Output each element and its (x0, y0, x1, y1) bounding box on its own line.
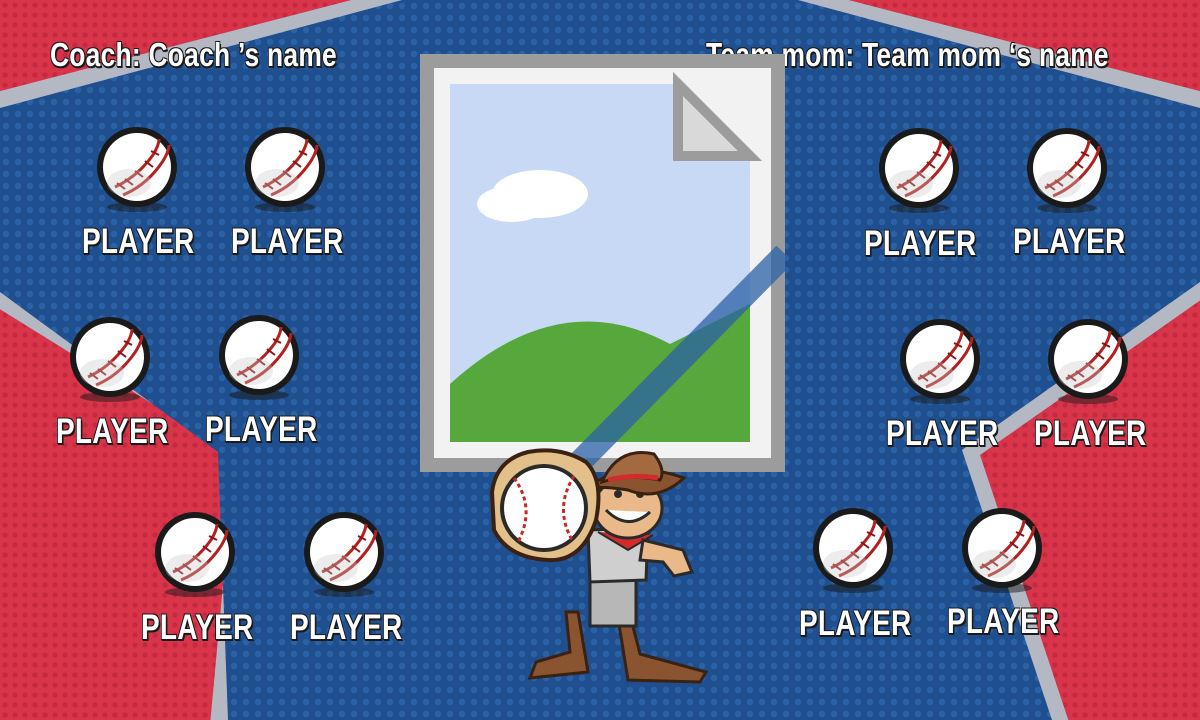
player-name: PLAYER (886, 414, 999, 453)
baseball-icon (68, 315, 152, 404)
player-name: PLAYER (82, 222, 195, 261)
baseball-icon (1025, 126, 1109, 215)
baseball-icon (1046, 317, 1130, 406)
player-name: PLAYER (141, 608, 254, 647)
player-name: PLAYER (205, 410, 318, 449)
player-name: PLAYER (947, 602, 1060, 641)
baseball-icon (217, 313, 301, 402)
baseball-icon (898, 317, 982, 406)
baseball-icon (960, 506, 1044, 595)
baseball-icon (877, 126, 961, 215)
player-name: PLAYER (799, 604, 912, 643)
cowboy-mascot-icon (489, 448, 708, 684)
image-placeholder-icon (420, 54, 785, 472)
team-banner: Coach: Coach ’s name Team mom: Team mom … (0, 0, 1200, 720)
player-name: PLAYER (1013, 222, 1126, 261)
player-name: PLAYER (56, 412, 169, 451)
player-name: PLAYER (864, 224, 977, 263)
baseball-icon (95, 125, 179, 214)
player-name: PLAYER (290, 608, 403, 647)
baseball-icon (153, 510, 237, 599)
player-name: PLAYER (1034, 414, 1147, 453)
coach-name: Coach: Coach ’s name (50, 36, 337, 73)
baseball-icon (302, 510, 386, 599)
baseball-icon (811, 506, 895, 595)
baseball-icon (243, 125, 327, 214)
player-name: PLAYER (231, 222, 344, 261)
